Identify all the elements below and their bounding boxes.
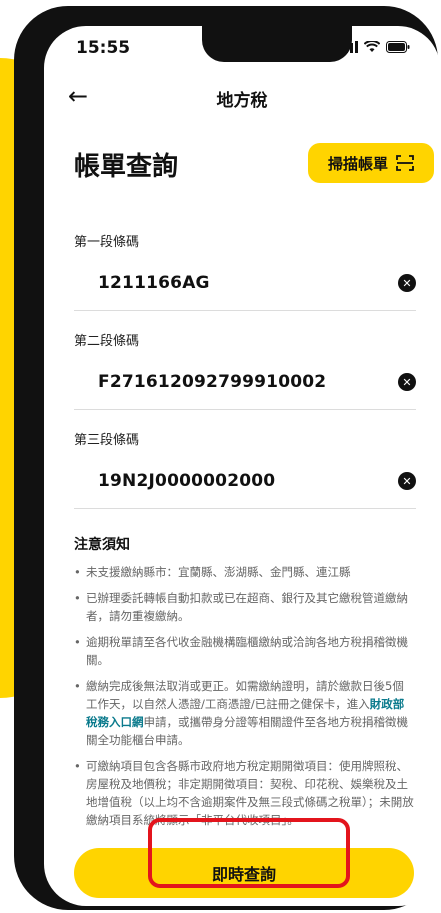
list-item: 逾期稅單請至各代收金融機構臨櫃繳納或洽詢各地方稅捐稽徵機關。: [74, 633, 414, 669]
status-icons: [340, 41, 410, 53]
app-screen: 15:55 ← 地方稅 帳單查詢 掃描帳單 第一段條碼 1211166AG ✕ …: [44, 26, 440, 906]
list-item: 可繳納項目包含各縣市政府地方稅定期開徵項目：使用牌照稅、房屋稅及地價稅；非定期開…: [74, 757, 414, 829]
notes-section: 注意須知 未支援繳納縣市：宜蘭縣、澎湖縣、金門縣、連江縣 已辦理委託轉帳自動扣款…: [74, 534, 414, 837]
barcode-2-label: 第二段條碼: [74, 334, 140, 349]
nav-title: 地方稅: [216, 91, 268, 111]
notes-title: 注意須知: [74, 537, 130, 553]
barcode-3-input[interactable]: 19N2J0000002000: [98, 471, 275, 491]
nav-bar: ← 地方稅: [44, 84, 440, 112]
barcode-2-underline: [74, 409, 416, 410]
battery-icon: [386, 41, 410, 53]
page-title: 帳單查詢: [74, 152, 179, 182]
clear-icon[interactable]: ✕: [398, 373, 416, 391]
barcode-1-underline: [74, 310, 416, 311]
barcode-2-input[interactable]: F271612092799910002: [98, 372, 326, 392]
note-text: 繳納完成後無法取消或更正。如需繳納證明，請於繳款日後5個工作天，以自然人憑證/工…: [86, 679, 404, 711]
wifi-icon: [364, 41, 380, 52]
status-bar: 15:55: [76, 38, 410, 60]
list-item: 繳納完成後無法取消或更正。如需繳納證明，請於繳款日後5個工作天，以自然人憑證/工…: [74, 677, 414, 749]
barcode-1-label: 第一段條碼: [74, 235, 140, 250]
list-item: 未支援繳納縣市：宜蘭縣、澎湖縣、金門縣、連江縣: [74, 563, 414, 581]
scan-bill-label: 掃描帳單: [327, 154, 388, 173]
barcode-1-input[interactable]: 1211166AG: [98, 273, 210, 293]
instant-query-button[interactable]: 即時查詢: [74, 848, 414, 898]
notes-list: 未支援繳納縣市：宜蘭縣、澎湖縣、金門縣、連江縣 已辦理委託轉帳自動扣款或已在超商…: [74, 563, 414, 829]
list-item: 已辦理委託轉帳自動扣款或已在超商、銀行及其它繳稅管道繳納者，請勿重複繳納。: [74, 589, 414, 625]
signal-icon: [340, 41, 358, 53]
barcode-3-label: 第三段條碼: [74, 433, 140, 448]
scan-icon: [396, 155, 414, 171]
clear-icon[interactable]: ✕: [398, 472, 416, 490]
clear-icon[interactable]: ✕: [398, 274, 416, 292]
status-time: 15:55: [76, 38, 131, 58]
scan-bill-button[interactable]: 掃描帳單: [308, 143, 434, 183]
phone-frame: 15:55 ← 地方稅 帳單查詢 掃描帳單 第一段條碼 1211166AG ✕ …: [14, 6, 440, 910]
barcode-3-underline: [74, 508, 416, 509]
instant-query-label: 即時查詢: [211, 865, 276, 884]
